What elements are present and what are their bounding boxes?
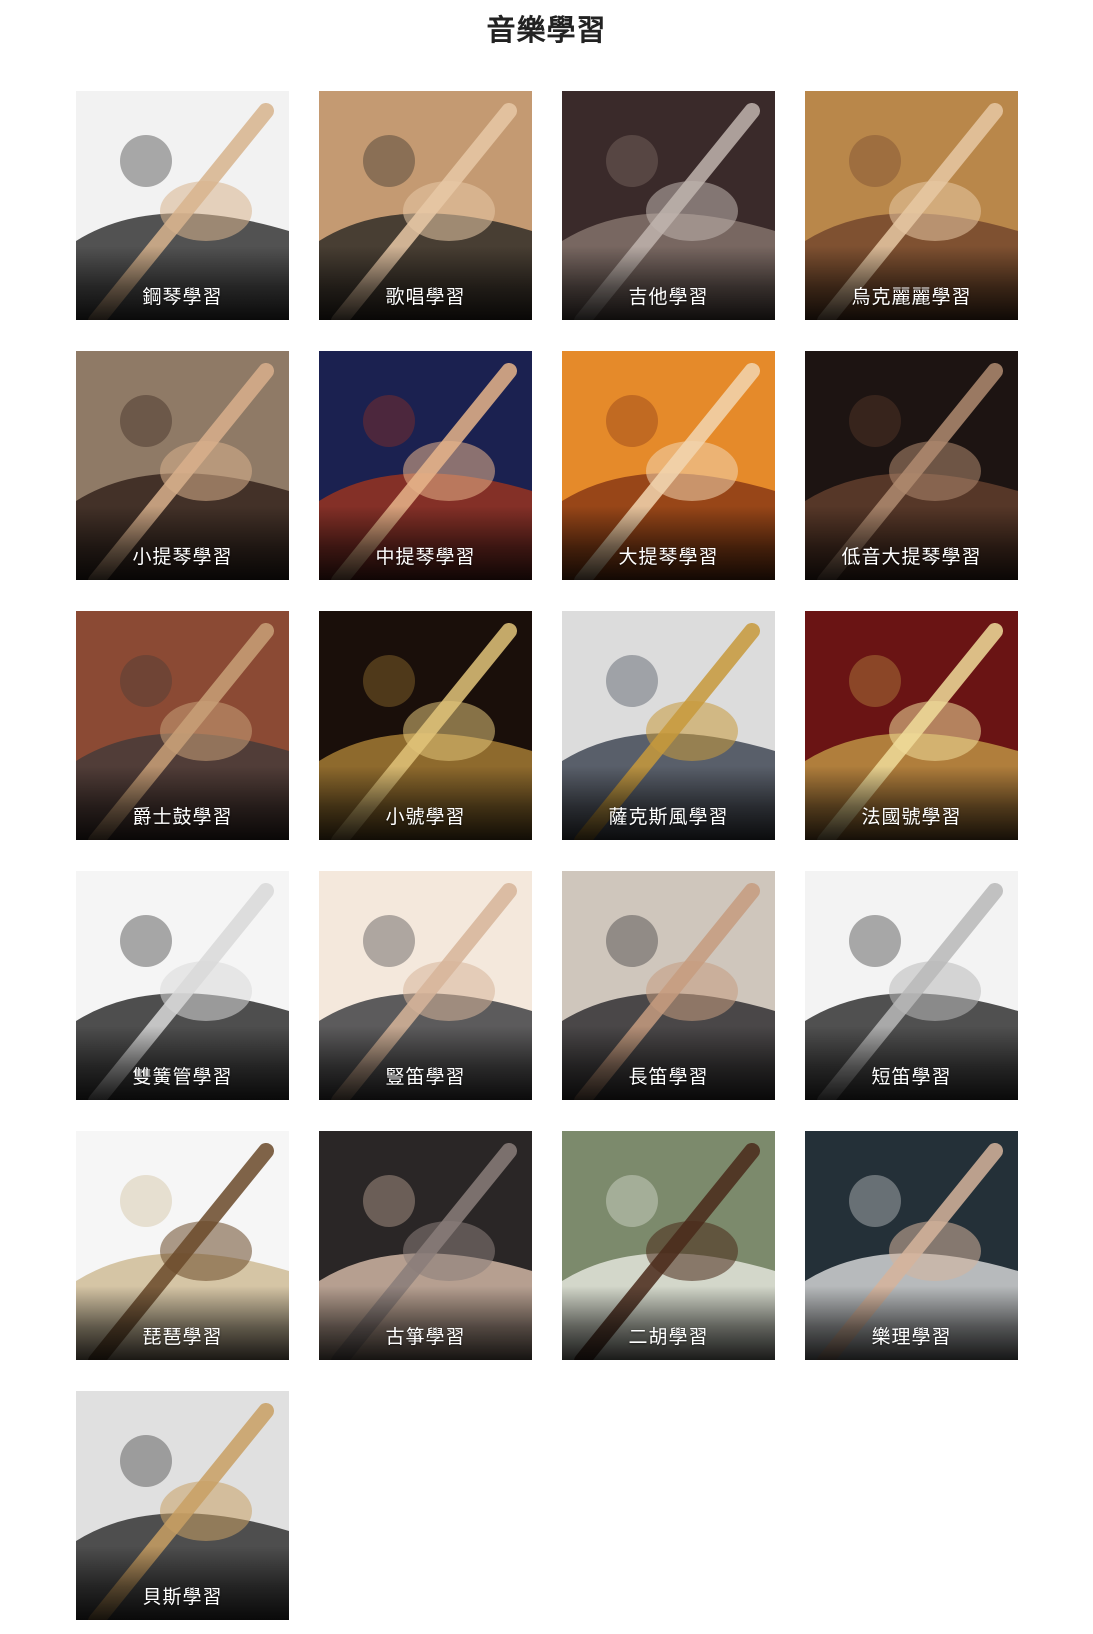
- course-tile-flute[interactable]: 長笛學習: [562, 871, 775, 1100]
- course-label: 短笛學習: [871, 1066, 952, 1088]
- course-tile-double-bass[interactable]: 低音大提琴學習: [805, 351, 1018, 580]
- course-tile-bass[interactable]: 貝斯學習: [76, 1391, 289, 1620]
- course-label: 吉他學習: [628, 286, 709, 308]
- course-label: 爵士鼓學習: [132, 806, 233, 828]
- course-tile-trumpet[interactable]: 小號學習: [319, 611, 532, 840]
- course-tile-guzheng[interactable]: 古箏學習: [319, 1131, 532, 1360]
- course-label: 豎笛學習: [385, 1066, 466, 1088]
- course-tile-viola[interactable]: 中提琴學習: [319, 351, 532, 580]
- course-label: 長笛學習: [628, 1066, 709, 1088]
- course-tile-violin[interactable]: 小提琴學習: [76, 351, 289, 580]
- course-tile-clarinet[interactable]: 豎笛學習: [319, 871, 532, 1100]
- course-label: 鋼琴學習: [142, 286, 223, 308]
- course-tile-piano[interactable]: 鋼琴學習: [76, 91, 289, 320]
- course-label: 貝斯學習: [142, 1586, 223, 1608]
- course-tile-singing[interactable]: 歌唱學習: [319, 91, 532, 320]
- course-label: 小號學習: [385, 806, 466, 828]
- course-tile-music-theory[interactable]: 樂理學習: [805, 1131, 1018, 1360]
- course-label: 二胡學習: [628, 1326, 709, 1348]
- course-tile-saxophone[interactable]: 薩克斯風學習: [562, 611, 775, 840]
- course-label: 歌唱學習: [385, 286, 466, 308]
- course-tile-pipa[interactable]: 琵琶學習: [76, 1131, 289, 1360]
- course-label: 低音大提琴學習: [841, 546, 982, 568]
- course-tile-oboe[interactable]: 雙簧管學習: [76, 871, 289, 1100]
- course-label: 雙簧管學習: [132, 1066, 233, 1088]
- course-label: 大提琴學習: [618, 546, 719, 568]
- course-tile-ukulele[interactable]: 烏克麗麗學習: [805, 91, 1018, 320]
- course-tile-piccolo[interactable]: 短笛學習: [805, 871, 1018, 1100]
- course-label: 法國號學習: [861, 806, 962, 828]
- course-tile-french-horn[interactable]: 法國號學習: [805, 611, 1018, 840]
- course-tile-guitar[interactable]: 吉他學習: [562, 91, 775, 320]
- course-label: 薩克斯風學習: [608, 806, 729, 828]
- course-grid: 鋼琴學習 歌唱學習 吉他學習 烏克麗麗學習 小提琴學習 中提琴學習 大提琴學習 …: [76, 91, 1019, 1620]
- course-tile-erhu[interactable]: 二胡學習: [562, 1131, 775, 1360]
- course-label: 琵琶學習: [142, 1326, 223, 1348]
- course-tile-cello[interactable]: 大提琴學習: [562, 351, 775, 580]
- course-label: 古箏學習: [385, 1326, 466, 1348]
- course-label: 中提琴學習: [375, 546, 476, 568]
- course-label: 烏克麗麗學習: [851, 286, 972, 308]
- course-tile-drums[interactable]: 爵士鼓學習: [76, 611, 289, 840]
- course-label: 樂理學習: [871, 1326, 952, 1348]
- page-title: 音樂學習: [486, 13, 607, 47]
- course-label: 小提琴學習: [132, 546, 233, 568]
